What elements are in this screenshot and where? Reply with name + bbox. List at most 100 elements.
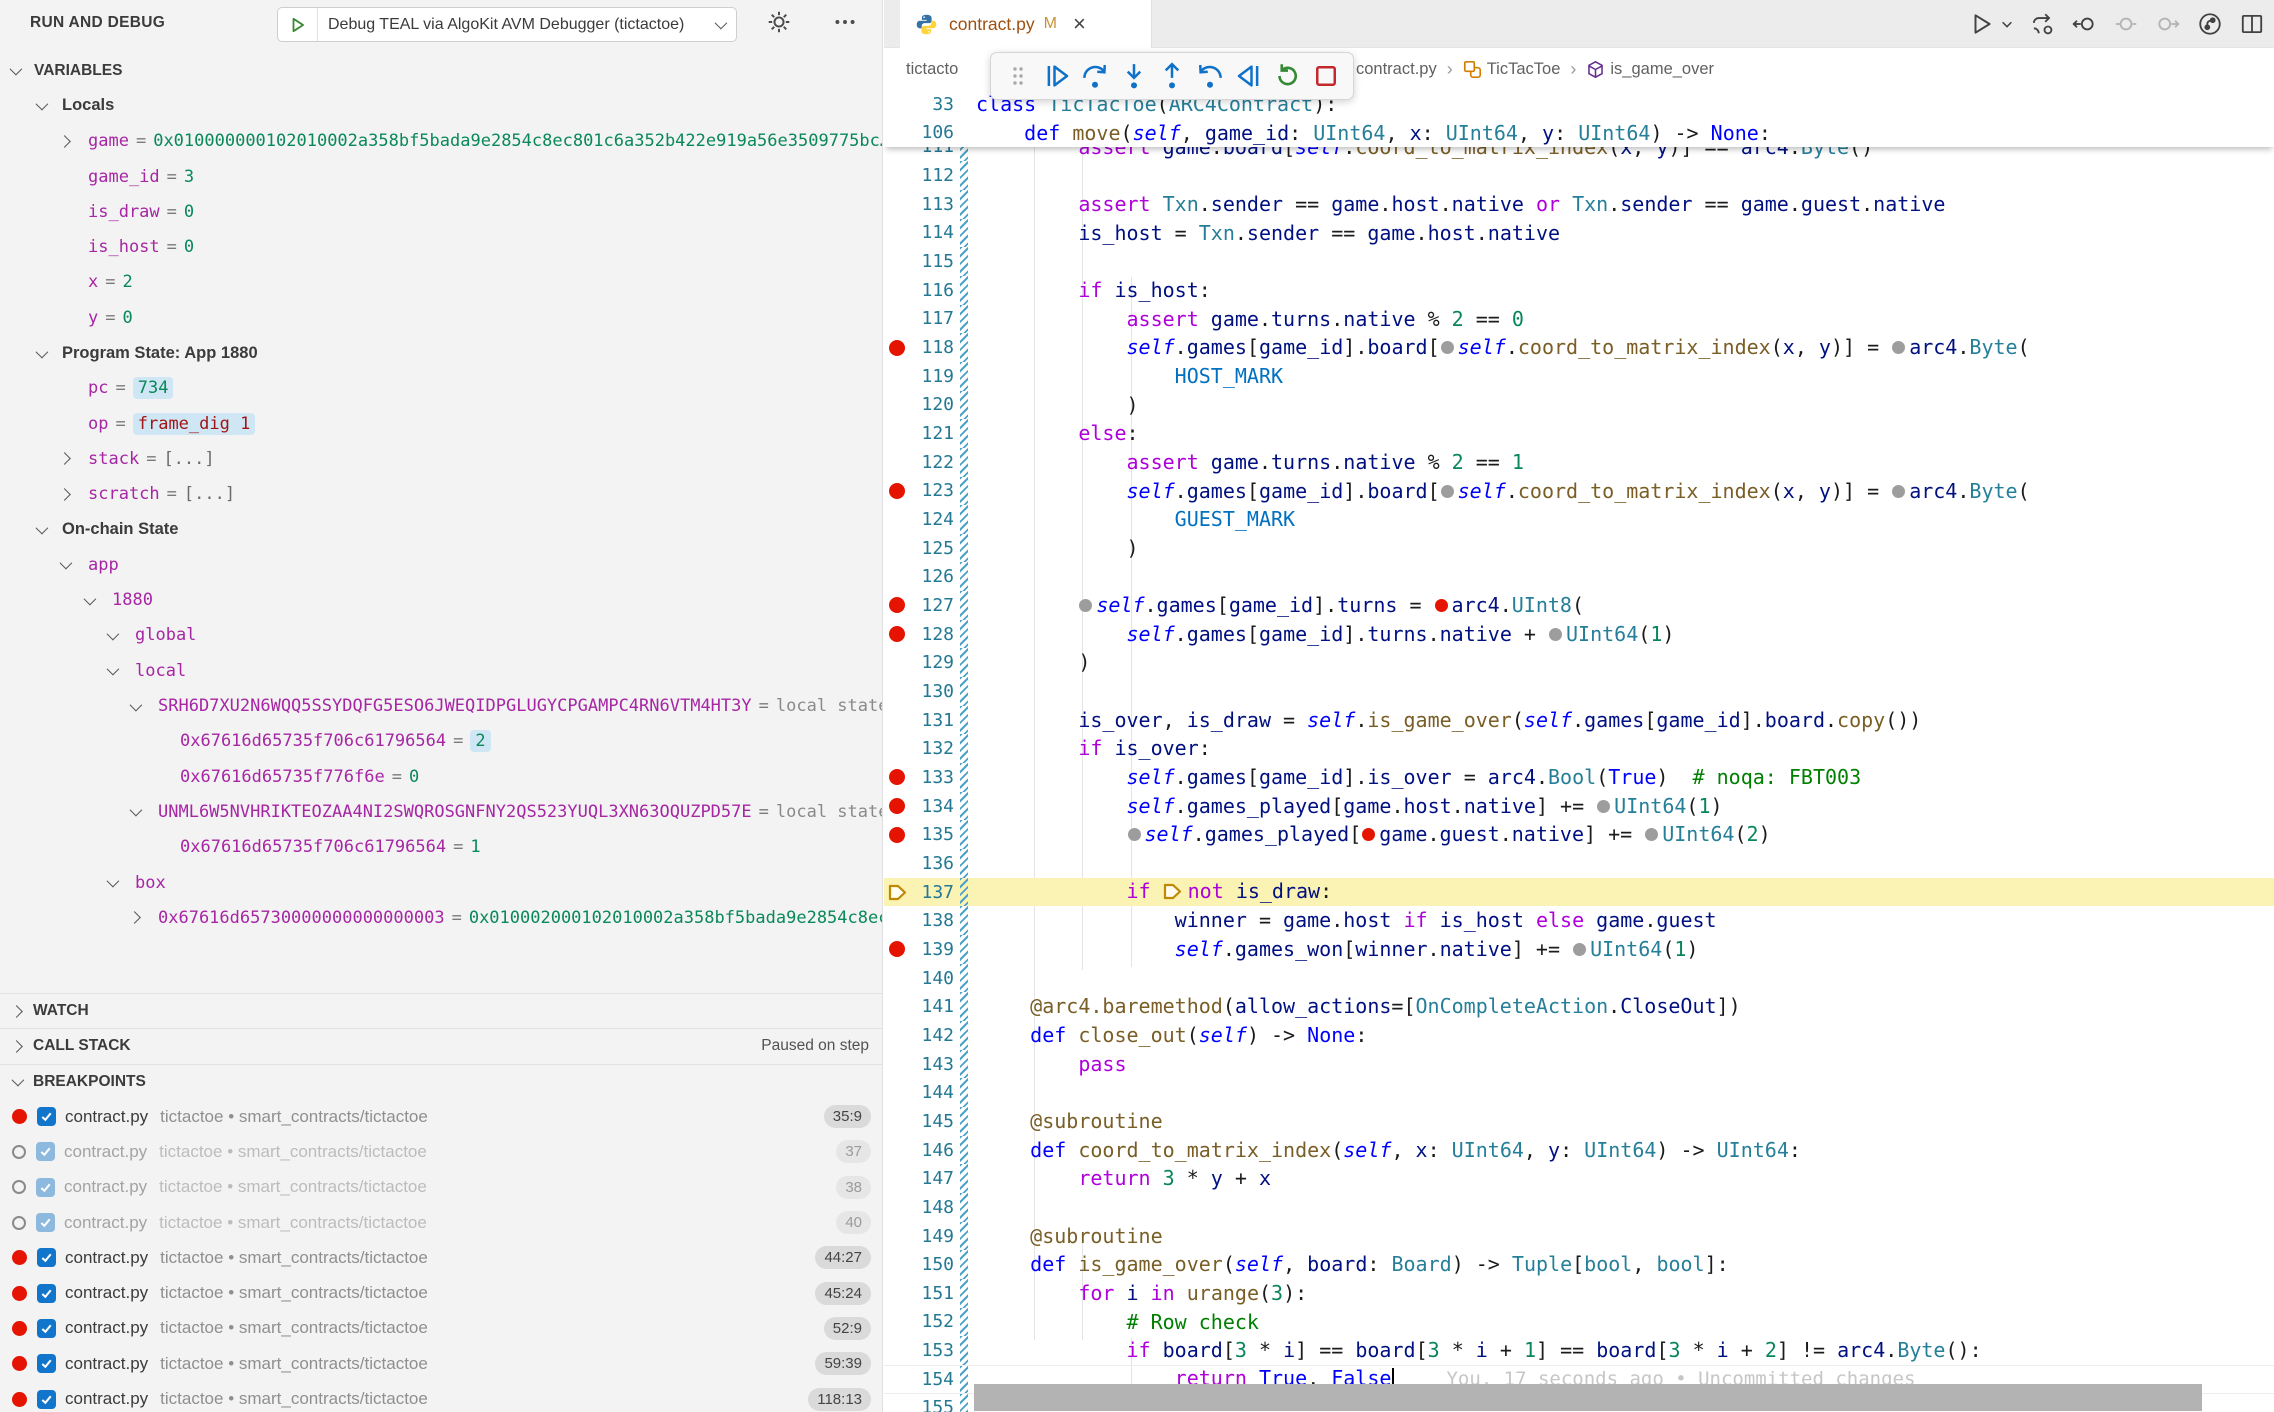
- variable-row[interactable]: UNML6W5NVHRIKTEOZAA4NI2SWQROSGNFNY2QS523…: [0, 794, 883, 829]
- breakpoint-gutter[interactable]: [884, 1136, 910, 1165]
- breakpoint-gutter[interactable]: [884, 391, 910, 420]
- breakpoint-row[interactable]: contract.pytictactoe • smart_contracts/t…: [0, 1205, 883, 1240]
- code-line[interactable]: 133 self.games[game_id].is_over = arc4.B…: [884, 763, 2274, 792]
- code-line[interactable]: 138 winner = game.host if is_host else g…: [884, 906, 2274, 935]
- inline-step-target-icon[interactable]: [1892, 341, 1905, 354]
- inline-step-target-icon[interactable]: [1441, 341, 1454, 354]
- current-step-arrow-icon[interactable]: [884, 878, 910, 907]
- inline-step-target-icon[interactable]: [1441, 485, 1454, 498]
- chevron-down-icon[interactable]: [130, 804, 143, 817]
- breakpoint-dot-icon[interactable]: [884, 820, 910, 849]
- next-change-icon[interactable]: [2154, 10, 2182, 38]
- breakpoint-gutter[interactable]: [884, 992, 910, 1021]
- code-line[interactable]: 124 GUEST_MARK: [884, 505, 2274, 534]
- breakpoint-gutter[interactable]: [884, 1366, 910, 1393]
- code-line[interactable]: 153 if board[3 * i] == board[3 * i + 1] …: [884, 1336, 2274, 1365]
- breakpoint-gutter[interactable]: [884, 562, 910, 591]
- variable-row[interactable]: y=0: [0, 300, 883, 335]
- breakpoint-dot-icon[interactable]: [884, 935, 910, 964]
- breakpoint-dot-icon[interactable]: [884, 333, 910, 362]
- code-line[interactable]: 118 self.games[game_id].board[self.coord…: [884, 333, 2274, 362]
- breakpoint-checkbox[interactable]: [37, 1390, 56, 1409]
- breakpoint-checkbox[interactable]: [36, 1142, 55, 1161]
- breadcrumb-item-is-game-over[interactable]: is_game_over: [1586, 60, 1714, 79]
- chevron-down-icon[interactable]: [107, 663, 120, 676]
- breadcrumb-prefix[interactable]: tictacto: [906, 60, 958, 79]
- debug-config-select[interactable]: Debug TEAL via AlgoKit AVM Debugger (tic…: [277, 7, 737, 42]
- code-line[interactable]: 147 return 3 * y + x: [884, 1164, 2274, 1193]
- breakpoint-gutter[interactable]: [884, 90, 910, 119]
- breakpoint-gutter[interactable]: [884, 219, 910, 248]
- code-line[interactable]: 120 ): [884, 391, 2274, 420]
- inline-step-target-icon[interactable]: [1892, 485, 1905, 498]
- breakpoint-gutter[interactable]: [884, 419, 910, 448]
- variable-row[interactable]: 0x67616d65735f706c61796564=1: [0, 830, 883, 865]
- variable-row[interactable]: app: [0, 547, 883, 582]
- variable-row[interactable]: scratch=[...]: [0, 477, 883, 512]
- inline-step-target-icon[interactable]: [1079, 599, 1092, 612]
- chevron-down-icon[interactable]: [36, 98, 49, 111]
- code-line[interactable]: 150 def is_game_over(self, board: Board)…: [884, 1250, 2274, 1279]
- chevron-down-icon[interactable]: [107, 875, 120, 888]
- breakpoint-gutter[interactable]: [884, 247, 910, 276]
- step-back-button[interactable]: [1193, 59, 1227, 93]
- split-editor-icon[interactable]: [2238, 10, 2266, 38]
- chevron-down-icon[interactable]: [130, 698, 143, 711]
- variable-row[interactable]: box: [0, 865, 883, 900]
- code-line[interactable]: 121 else:: [884, 419, 2274, 448]
- chevron-right-icon[interactable]: [58, 488, 71, 501]
- code-line[interactable]: 152 # Row check: [884, 1308, 2274, 1337]
- chevron-down-icon[interactable]: [107, 628, 120, 641]
- code-line[interactable]: 132 if is_over:: [884, 734, 2274, 763]
- code-line[interactable]: 128 self.games[game_id].turns.native + U…: [884, 620, 2274, 649]
- code-line[interactable]: 123 self.games[game_id].board[self.coord…: [884, 477, 2274, 506]
- code-line[interactable]: 144: [884, 1078, 2274, 1107]
- code-line[interactable]: 135 self.games_played[game.guest.native]…: [884, 820, 2274, 849]
- breakpoint-gutter[interactable]: [884, 362, 910, 391]
- breadcrumb-item-contract-py[interactable]: contract.py: [1356, 60, 1437, 79]
- code-line[interactable]: 115: [884, 247, 2274, 276]
- breakpoint-dot-icon[interactable]: [884, 792, 910, 821]
- breakpoint-gutter[interactable]: [884, 1222, 910, 1251]
- drag-handle-icon[interactable]: [1001, 59, 1035, 93]
- inline-step-marker-icon[interactable]: [1163, 881, 1182, 905]
- chevron-down-icon[interactable]: [84, 592, 97, 605]
- breakpoint-gutter[interactable]: [884, 849, 910, 878]
- variable-row[interactable]: 0x67616d65730000000000000003=0x010002000…: [0, 900, 883, 935]
- variable-row[interactable]: global: [0, 618, 883, 653]
- code-line[interactable]: 126: [884, 562, 2274, 591]
- breakpoint-gutter[interactable]: [884, 1021, 910, 1050]
- breakpoints-section-header[interactable]: BREAKPOINTS: [0, 1064, 883, 1099]
- code-line[interactable]: 106 def move(self, game_id: UInt64, x: U…: [884, 119, 2274, 148]
- inline-step-target-icon[interactable]: [1597, 800, 1610, 813]
- breakpoint-checkbox[interactable]: [37, 1354, 56, 1373]
- scope-row[interactable]: Locals: [0, 88, 883, 123]
- breakpoint-gutter[interactable]: [884, 1078, 910, 1107]
- breakpoint-row[interactable]: contract.pytictactoe • smart_contracts/t…: [0, 1346, 883, 1381]
- breakpoint-checkbox[interactable]: [37, 1248, 56, 1267]
- section-header-row[interactable]: VARIABLES: [0, 53, 883, 88]
- source-control-graph-icon[interactable]: [2196, 10, 2224, 38]
- breakpoint-gutter[interactable]: [884, 276, 910, 305]
- tab-contract-py[interactable]: contract.py M ×: [900, 0, 1152, 48]
- step-out-button[interactable]: [1155, 59, 1189, 93]
- current-step-line[interactable]: 137 if not is_draw:: [884, 878, 2274, 907]
- breakpoint-gutter[interactable]: [884, 964, 910, 993]
- previous-change-icon[interactable]: [2070, 10, 2098, 38]
- watch-section-header[interactable]: WATCH: [0, 993, 883, 1028]
- breakpoint-gutter[interactable]: [884, 1250, 910, 1279]
- breakpoint-gutter[interactable]: [884, 534, 910, 563]
- code-line[interactable]: 112: [884, 161, 2274, 190]
- code-line[interactable]: 119 HOST_MARK: [884, 362, 2274, 391]
- continue-button[interactable]: [1040, 59, 1074, 93]
- breakpoint-gutter[interactable]: [884, 1336, 910, 1365]
- breakpoint-row[interactable]: contract.pytictactoe • smart_contracts/t…: [0, 1134, 883, 1169]
- inline-step-target-icon[interactable]: [1549, 628, 1562, 641]
- inline-step-target-icon[interactable]: [1128, 828, 1141, 841]
- inline-breakpoint-icon[interactable]: [1435, 599, 1448, 612]
- breakpoint-row[interactable]: contract.pytictactoe • smart_contracts/t…: [0, 1311, 883, 1346]
- chevron-right-icon[interactable]: [58, 135, 71, 148]
- breakpoint-dot-icon[interactable]: [884, 620, 910, 649]
- breakpoint-gutter[interactable]: [884, 706, 910, 735]
- breakpoint-gutter[interactable]: [884, 1193, 910, 1222]
